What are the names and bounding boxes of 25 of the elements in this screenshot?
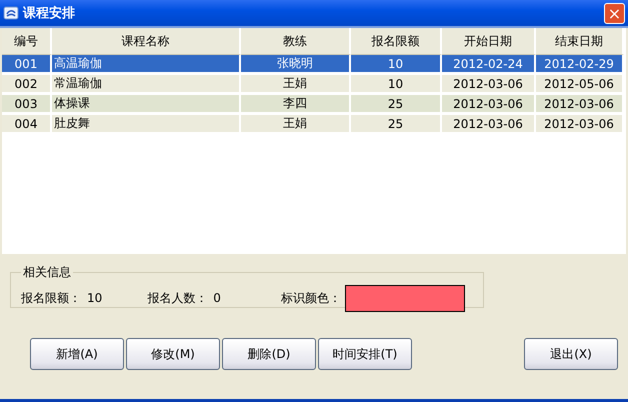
- count-value: 0: [213, 291, 221, 305]
- table-row[interactable]: 002 常温瑜伽 王娟 10 2012-03-06 2012-05-06: [2, 75, 624, 95]
- column-header[interactable]: 开始日期: [442, 28, 536, 55]
- column-header[interactable]: 编号: [2, 28, 52, 55]
- quota-label: 报名限额：: [21, 290, 81, 306]
- column-header[interactable]: 结束日期: [536, 28, 624, 55]
- color-swatch[interactable]: [344, 284, 465, 312]
- window-title: 课程安排: [23, 4, 76, 22]
- column-header[interactable]: 报名限额: [351, 28, 442, 55]
- column-header[interactable]: 教练: [241, 28, 351, 55]
- action-button[interactable]: 新增(A): [30, 338, 124, 370]
- table-row[interactable]: 004 肚皮舞 王娟 25 2012-03-06 2012-03-06: [2, 115, 624, 135]
- table-row[interactable]: 003 体操课 李四 25 2012-03-06 2012-03-06: [2, 95, 624, 115]
- count-label: 报名人数：: [147, 290, 208, 306]
- action-button[interactable]: 时间安排(T): [318, 338, 412, 370]
- color-label: 标识颜色：: [280, 290, 341, 306]
- exit-button[interactable]: 退出(X): [524, 338, 618, 370]
- column-header[interactable]: 课程名称: [52, 28, 241, 55]
- group-title: 相关信息: [22, 264, 72, 281]
- action-button[interactable]: 修改(M): [126, 338, 220, 370]
- action-button[interactable]: 删除(D): [222, 338, 316, 370]
- close-button[interactable]: ×: [604, 2, 625, 24]
- quota-value: 10: [87, 291, 102, 305]
- app-icon: [3, 5, 19, 21]
- table-row[interactable]: 001 高温瑜伽 张晓明 10 2012-02-24 2012-02-29: [2, 55, 624, 75]
